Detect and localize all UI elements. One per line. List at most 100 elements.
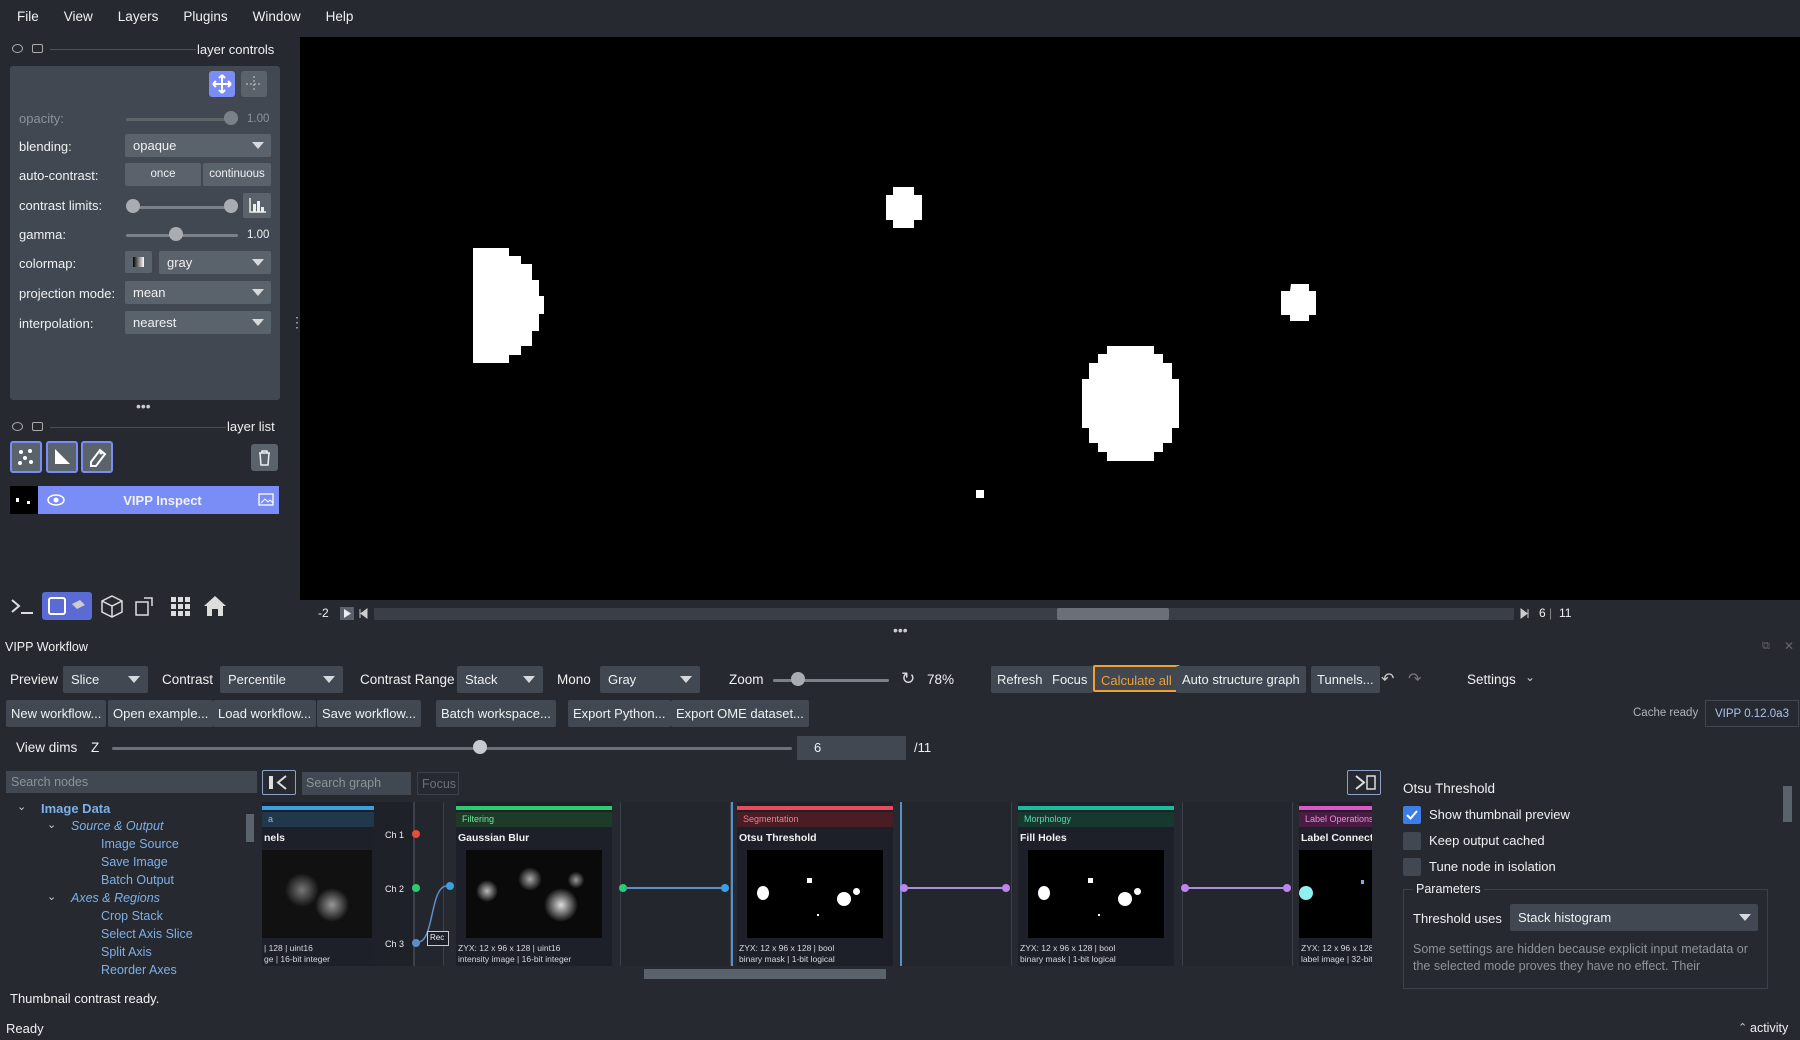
grid-mode-button[interactable] xyxy=(165,592,195,620)
autocontrast-once-button[interactable]: once xyxy=(125,163,201,186)
expand-arrow-icon[interactable]: ⌄ xyxy=(47,890,56,903)
menu-plugins[interactable]: Plugins xyxy=(175,9,244,24)
blending-select[interactable]: opaque xyxy=(125,134,271,157)
viewer-canvas[interactable] xyxy=(300,37,1800,600)
play-button[interactable] xyxy=(340,607,354,620)
load-workflow-button[interactable]: Load workflow... xyxy=(213,700,317,727)
refresh-button[interactable]: Refresh xyxy=(991,666,1049,693)
delete-layer-button[interactable] xyxy=(251,444,278,471)
tree-leaf[interactable]: Crop Stack xyxy=(101,909,163,923)
contrast-min-thumb[interactable] xyxy=(126,199,140,213)
graph-node[interactable]: Segmentation Otsu Threshold ZYX: 12 x 96… xyxy=(737,802,893,966)
threshold-select[interactable]: Stack histogram xyxy=(1510,904,1758,931)
open-example-button[interactable]: Open example... xyxy=(108,700,214,727)
graph-h-scrollbar[interactable] xyxy=(270,968,1390,980)
export-python-button[interactable]: Export Python... xyxy=(568,700,671,727)
search-graph-input[interactable]: Search graph xyxy=(302,772,411,795)
expand-arrow-icon[interactable]: ⌄ xyxy=(47,818,56,831)
pan-zoom-button[interactable] xyxy=(209,71,235,97)
mono-select[interactable]: Gray xyxy=(600,666,700,693)
settings-chevron-icon[interactable]: ⌄ xyxy=(1525,670,1535,684)
settings-button[interactable]: Settings xyxy=(1467,672,1516,687)
calculate-all-button[interactable]: Calculate all xyxy=(1093,665,1180,692)
graph-node[interactable]: a nels | 128 | uint16 ge | 16-bit integer xyxy=(262,802,374,966)
z-slider[interactable] xyxy=(112,747,792,750)
graph-node[interactable]: Morphology Fill Holes ZYX: 12 x 96 x 128… xyxy=(1018,802,1174,966)
port-ch1[interactable] xyxy=(412,830,420,838)
contrast-max-thumb[interactable] xyxy=(224,199,238,213)
zoom-slider-thumb[interactable] xyxy=(791,672,805,686)
port-in[interactable] xyxy=(446,882,454,890)
port-in[interactable] xyxy=(721,884,729,892)
new-points-layer-button[interactable] xyxy=(10,441,42,473)
ndisplay-button[interactable] xyxy=(42,592,92,620)
contrast-select[interactable]: Percentile xyxy=(220,666,343,693)
menu-window[interactable]: Window xyxy=(245,9,318,24)
tree-group[interactable]: Source & Output xyxy=(71,819,163,833)
tree-leaf[interactable]: Split Axis xyxy=(101,945,152,959)
tree-scrollbar[interactable] xyxy=(245,800,255,980)
home-button[interactable] xyxy=(200,592,230,620)
z-value-field[interactable]: 6 xyxy=(797,736,906,760)
tree-leaf[interactable]: Reorder Axes xyxy=(101,963,177,977)
focus-button[interactable]: Focus xyxy=(1046,666,1094,693)
graph-node[interactable]: Label Operations Label Connectec ZYX: 12… xyxy=(1299,802,1372,966)
visibility-eye-icon[interactable] xyxy=(42,490,72,510)
console-button[interactable] xyxy=(7,592,37,620)
show-thumbnail-checkbox[interactable] xyxy=(1403,806,1421,824)
opacity-slider[interactable] xyxy=(126,118,238,121)
step-back-button[interactable] xyxy=(357,607,369,620)
z-slider-thumb[interactable] xyxy=(473,740,487,754)
new-labels-layer-button[interactable] xyxy=(81,441,113,473)
contrast-limits-slider[interactable] xyxy=(132,206,232,209)
keep-cached-checkbox[interactable] xyxy=(1403,832,1421,850)
export-ome-button[interactable]: Export OME dataset... xyxy=(671,700,809,727)
collapse-left-button[interactable] xyxy=(262,770,296,795)
opacity-slider-thumb[interactable] xyxy=(224,111,238,125)
step-forward-button[interactable] xyxy=(1519,607,1531,620)
autocontrast-continuous-button[interactable]: continuous xyxy=(203,163,271,186)
histogram-button[interactable] xyxy=(243,193,271,218)
batch-workspace-button[interactable]: Batch workspace... xyxy=(436,700,556,727)
menu-layers[interactable]: Layers xyxy=(110,9,176,24)
collapse-right-button[interactable] xyxy=(1347,770,1381,795)
new-workflow-button[interactable]: New workflow... xyxy=(6,700,107,727)
float-dock-icon[interactable]: ⧉ xyxy=(1762,640,1770,653)
float-panel-icon[interactable] xyxy=(32,44,43,53)
interpolation-select[interactable]: nearest xyxy=(125,311,271,334)
layer-name[interactable]: VIPP Inspect xyxy=(72,493,253,508)
tree-leaf[interactable]: Select Axis Slice xyxy=(101,927,193,941)
save-workflow-button[interactable]: Save workflow... xyxy=(317,700,421,727)
transform-button[interactable] xyxy=(241,71,267,97)
chevron-up-icon[interactable]: ⌃ xyxy=(1738,1021,1747,1034)
transpose-dims-button[interactable] xyxy=(130,592,160,620)
splitter-handle[interactable]: ••• xyxy=(136,398,151,414)
projection-mode-select[interactable]: mean xyxy=(125,281,271,304)
graph-node[interactable]: Filtering Gaussian Blur ZYX: 12 x 96 x 1… xyxy=(456,802,612,966)
inspector-scrollbar[interactable] xyxy=(1782,772,1794,980)
preview-select[interactable]: Slice xyxy=(63,666,148,693)
activity-button[interactable]: activity xyxy=(1750,1021,1788,1035)
layer-row[interactable]: VIPP Inspect xyxy=(38,486,279,514)
tree-group[interactable]: Axes & Regions xyxy=(71,891,160,905)
eye-toggle-icon[interactable] xyxy=(12,44,23,53)
close-dock-icon[interactable]: ✕ xyxy=(1784,639,1794,653)
port-in[interactable] xyxy=(1283,884,1291,892)
tunnels-button[interactable]: Tunnels... xyxy=(1311,666,1380,693)
new-shapes-layer-button[interactable] xyxy=(46,441,78,473)
tree-category[interactable]: Image Data xyxy=(41,801,110,816)
roll-dims-button[interactable] xyxy=(97,592,127,620)
graph-focus-button[interactable]: Focus xyxy=(417,772,459,795)
undo-icon[interactable]: ↶ xyxy=(1381,669,1394,689)
gamma-slider-thumb[interactable] xyxy=(169,227,183,241)
workflow-graph[interactable]: a nels | 128 | uint16 ge | 16-bit integer… xyxy=(262,802,1372,966)
search-nodes-input[interactable]: Search nodes xyxy=(6,771,257,793)
dims-scroll-track[interactable] xyxy=(374,608,1514,620)
menu-file[interactable]: File xyxy=(9,9,56,24)
port-in[interactable] xyxy=(1002,884,1010,892)
tree-leaf[interactable]: Image Source xyxy=(101,837,179,851)
redo-icon[interactable]: ↷ xyxy=(1408,669,1421,689)
eye-toggle-icon[interactable] xyxy=(12,422,23,431)
tune-isolation-checkbox[interactable] xyxy=(1403,858,1421,876)
reset-zoom-icon[interactable]: ↻ xyxy=(901,669,915,689)
